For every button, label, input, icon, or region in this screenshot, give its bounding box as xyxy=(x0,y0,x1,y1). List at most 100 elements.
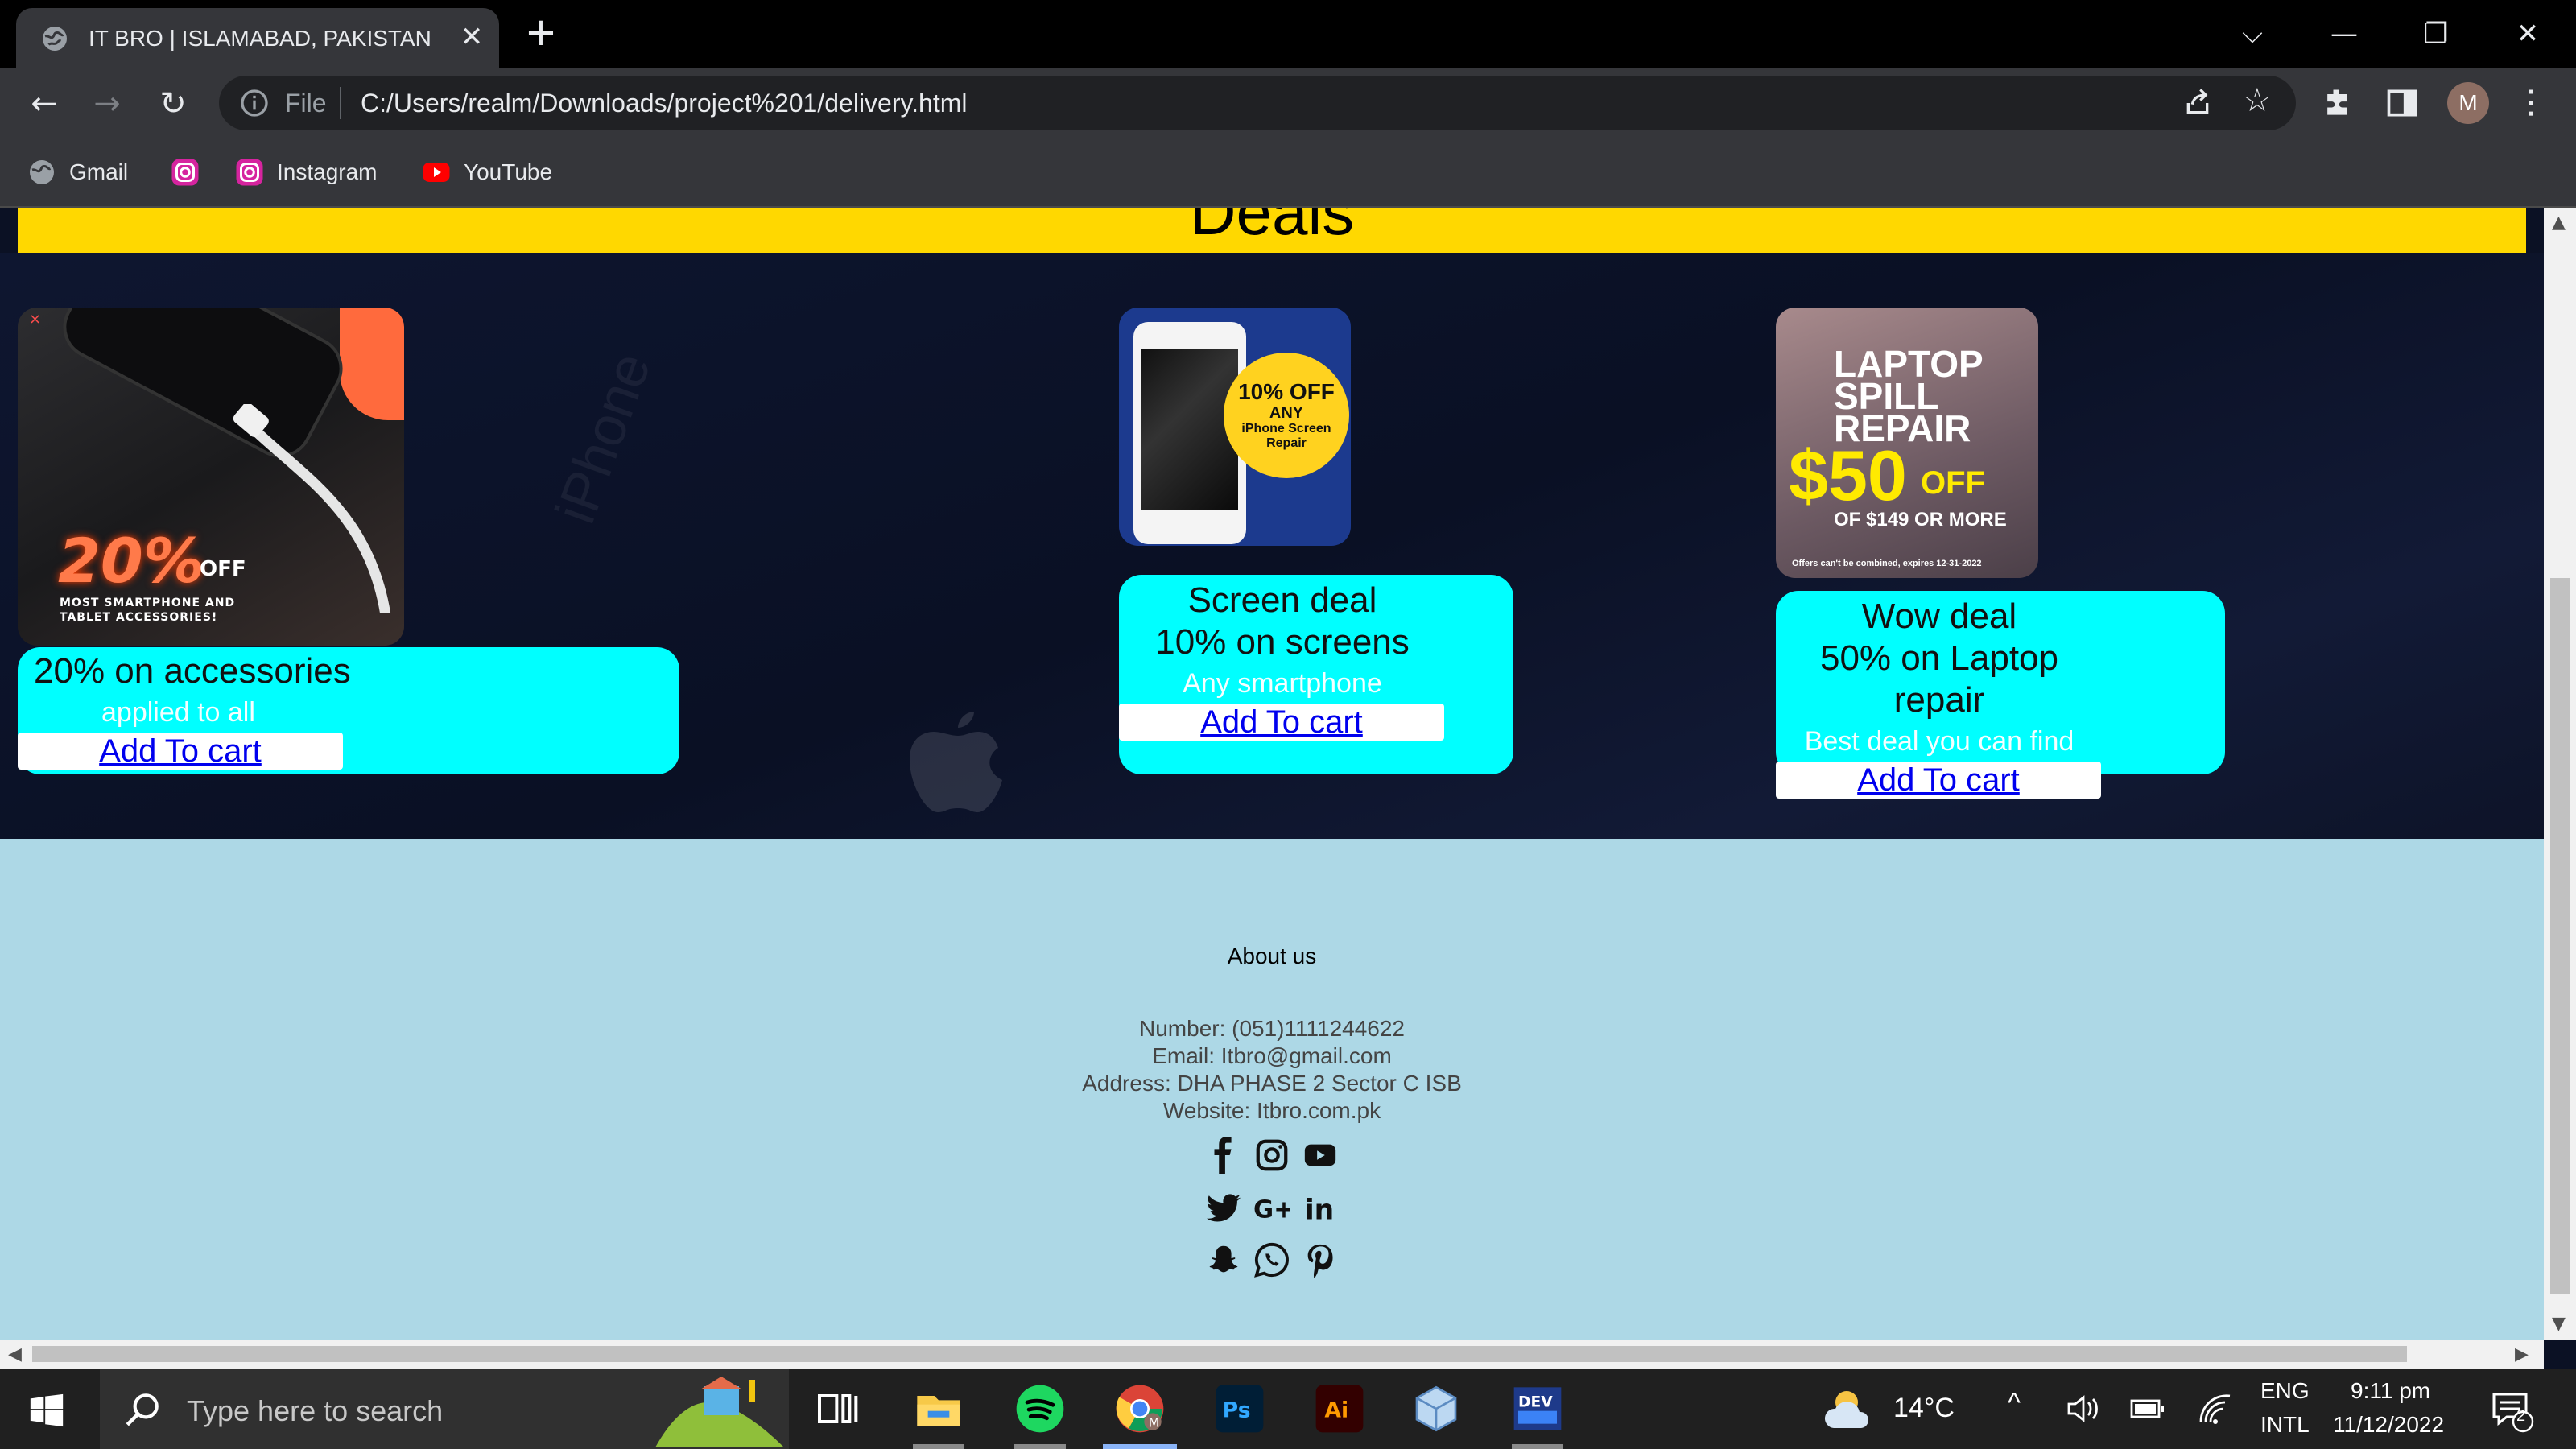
facebook-icon[interactable] xyxy=(1205,1137,1242,1174)
restore-icon[interactable]: ❐ xyxy=(2413,11,2458,56)
add-to-cart-button[interactable]: Add To cart xyxy=(1119,704,1444,741)
wifi-icon[interactable] xyxy=(2198,1393,2233,1425)
cable-graphic xyxy=(233,404,391,613)
forward-icon[interactable]: → xyxy=(87,84,127,124)
tab-close-icon[interactable]: ✕ xyxy=(457,23,486,52)
deal-title-line1: Wow deal xyxy=(1861,597,2017,636)
side-panel-icon[interactable] xyxy=(2384,85,2420,121)
browser-menu-icon[interactable]: ⋮ xyxy=(2515,84,2547,121)
clock-date[interactable]: 11/12/2022 xyxy=(2333,1412,2444,1438)
tab-search-chevron-icon[interactable]: ⌵ xyxy=(2230,11,2275,56)
dev-running-indicator xyxy=(1512,1444,1563,1449)
bookmark-label: YouTube xyxy=(464,159,553,184)
spotify-running-indicator xyxy=(1014,1444,1066,1449)
virtualbox-icon[interactable] xyxy=(1410,1383,1462,1435)
instagram-icon[interactable] xyxy=(1253,1137,1290,1174)
add-to-cart-button[interactable]: Add To cart xyxy=(1776,762,2101,799)
dev-icon[interactable]: DEV xyxy=(1512,1383,1563,1435)
page-viewport[interactable]: Deals iPhone 20% OFF MOST SMARTPHONE AND… xyxy=(0,208,2544,1340)
pinterest-icon[interactable] xyxy=(1302,1241,1339,1278)
vertical-scroll-thumb[interactable] xyxy=(2550,578,2570,1294)
scroll-right-icon[interactable]: ▶ xyxy=(2515,1344,2529,1364)
youtube-icon[interactable] xyxy=(1302,1137,1339,1174)
vertical-scrollbar[interactable]: ▲ ▼ xyxy=(2544,208,2576,1340)
badge-main-text: 10% OFF xyxy=(1238,379,1335,404)
chrome-icon[interactable]: M xyxy=(1114,1383,1166,1435)
twitter-icon[interactable] xyxy=(1205,1190,1242,1227)
windows-start-icon[interactable] xyxy=(29,1393,64,1428)
about-us-heading: About us xyxy=(1227,943,1317,968)
weather-icon[interactable] xyxy=(1824,1386,1880,1431)
instagram-icon xyxy=(171,159,199,186)
image-fine-print: Offers can't be combined, expires 12-31-… xyxy=(1792,559,1982,568)
bookmark-instagram-2[interactable]: Instagram xyxy=(235,155,378,190)
whatsapp-icon[interactable] xyxy=(1253,1241,1290,1278)
bookmark-star-icon[interactable]: ☆ xyxy=(2243,82,2272,119)
scroll-up-icon[interactable]: ▲ xyxy=(2552,213,2566,233)
bookmark-gmail[interactable]: Gmail xyxy=(27,155,128,190)
horizontal-scroll-thumb[interactable] xyxy=(32,1346,2407,1362)
linkedin-icon[interactable]: in xyxy=(1302,1190,1339,1227)
notification-count: 2 xyxy=(2516,1407,2526,1425)
language-line1[interactable]: ENG xyxy=(2260,1378,2310,1404)
image-off-text: OFF xyxy=(200,557,246,581)
share-icon[interactable] xyxy=(2182,87,2214,119)
battery-icon[interactable] xyxy=(2130,1396,2165,1422)
tab-active[interactable]: IT BRO | ISLAMABAD, PAKISTAN ✕ xyxy=(16,8,499,68)
horizontal-scrollbar[interactable]: ◀ ▶ xyxy=(0,1340,2544,1368)
show-hidden-icons-chevron-icon[interactable]: ^ xyxy=(2008,1388,2021,1419)
footer-address: Address: DHA PHASE 2 Sector C ISB xyxy=(1082,1071,1462,1096)
footer-number: Number: (051)1111244622 xyxy=(1139,1016,1405,1041)
browser-toolbar: ← → ↻ File C:/Users/realm/Downloads/proj… xyxy=(0,68,2576,138)
svg-text:Ai: Ai xyxy=(1324,1398,1348,1423)
badge-small-text: iPhone Screen Repair xyxy=(1241,422,1331,450)
google-plus-icon[interactable]: G+ xyxy=(1253,1190,1290,1227)
scroll-left-icon[interactable]: ◀ xyxy=(8,1344,22,1364)
search-icon xyxy=(126,1393,159,1426)
new-tab-icon[interactable]: + xyxy=(522,13,560,53)
badge-mid-text: ANY xyxy=(1269,404,1304,422)
illustrator-icon[interactable]: Ai xyxy=(1314,1383,1365,1435)
address-bar[interactable]: File C:/Users/realm/Downloads/project%20… xyxy=(219,76,2296,130)
volume-icon[interactable] xyxy=(2066,1393,2101,1425)
file-explorer-icon[interactable] xyxy=(913,1383,964,1435)
image-caption: MOST SMARTPHONE AND TABLET ACCESSORIES! xyxy=(60,597,236,624)
image-condition: OF $149 OR MORE xyxy=(1834,509,2007,530)
globe-icon xyxy=(30,160,54,184)
profile-avatar[interactable]: M xyxy=(2447,82,2489,124)
bookmark-label: Instagram xyxy=(277,159,378,184)
image-title: LAPTOP SPILL REPAIR xyxy=(1834,343,1983,449)
info-icon[interactable] xyxy=(238,87,270,119)
photoshop-icon[interactable]: Ps xyxy=(1214,1383,1265,1435)
scroll-down-icon[interactable]: ▼ xyxy=(2552,1314,2566,1334)
deals-header-band: Deals xyxy=(18,208,2526,253)
spotify-icon[interactable] xyxy=(1014,1383,1066,1435)
add-to-cart-button[interactable]: Add To cart xyxy=(18,733,343,770)
clock-time[interactable]: 9:11 pm xyxy=(2351,1378,2430,1404)
window-close-icon[interactable]: ✕ xyxy=(2505,11,2550,56)
bookmarks-bar: Gmail Instagram YouTube xyxy=(0,138,2576,208)
reload-icon[interactable]: ↻ xyxy=(153,84,193,124)
deal-image-accessories: 20% OFF MOST SMARTPHONE AND TABLET ACCES… xyxy=(18,308,404,646)
task-view-icon[interactable] xyxy=(813,1383,865,1435)
deal-card-laptop: Wow deal 50% on Laptop repair Best deal … xyxy=(1776,591,2225,799)
social-row-1 xyxy=(0,1137,2544,1174)
minimize-icon[interactable]: — xyxy=(2322,11,2367,56)
notification-center-icon[interactable] xyxy=(2489,1388,2534,1433)
image-off-text: OFF xyxy=(1921,465,1985,501)
url-text[interactable]: C:/Users/realm/Downloads/project%201/del… xyxy=(361,89,967,118)
svg-text:M: M xyxy=(1149,1415,1160,1430)
language-line2[interactable]: INTL xyxy=(2260,1412,2310,1438)
svg-text:G+: G+ xyxy=(1253,1196,1290,1224)
svg-text:Ps: Ps xyxy=(1223,1398,1251,1423)
bookmark-instagram-1[interactable] xyxy=(171,155,200,190)
back-icon[interactable]: ← xyxy=(24,84,64,124)
image-price: $50 xyxy=(1789,436,1907,515)
temperature[interactable]: 14°C xyxy=(1893,1393,1955,1424)
extensions-icon[interactable] xyxy=(2320,85,2355,121)
taskbar-search-box[interactable]: Type here to search xyxy=(100,1368,789,1449)
bookmark-youtube[interactable]: YouTube xyxy=(422,155,552,190)
snapchat-icon[interactable] xyxy=(1205,1241,1242,1278)
footer-email: Email: Itbro@gmail.com xyxy=(1152,1043,1392,1068)
bookmark-label: Gmail xyxy=(69,159,129,184)
